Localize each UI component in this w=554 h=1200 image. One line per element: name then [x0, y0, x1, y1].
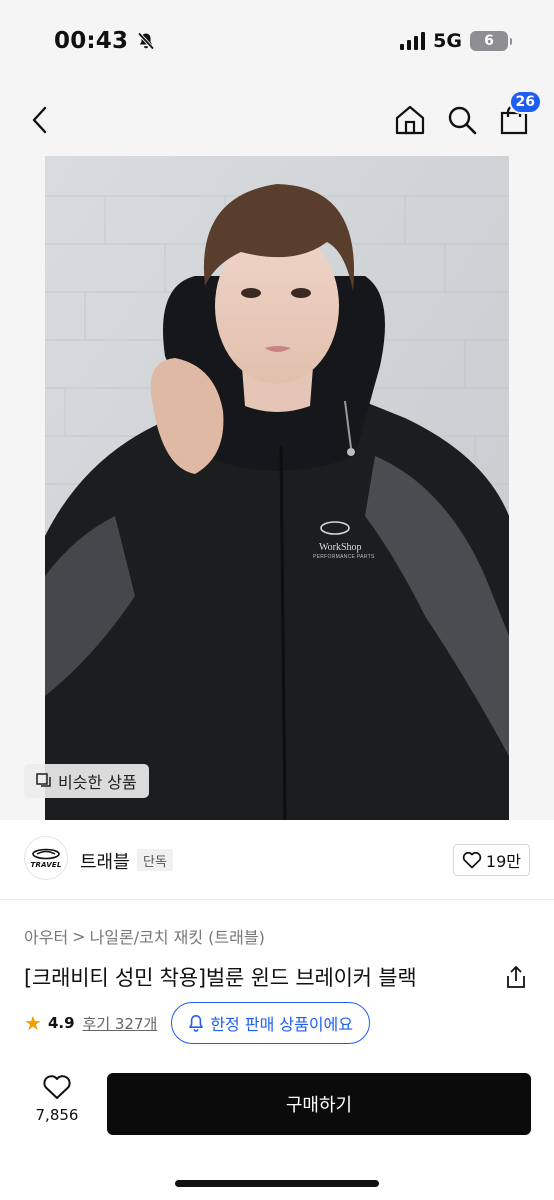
- signal-icon: [400, 32, 426, 50]
- review-link[interactable]: 후기 327개: [83, 1013, 158, 1034]
- status-bar: 00:43 5G 6: [0, 0, 554, 86]
- product-title: [크래비티 성민 착용]벌룬 윈드 브레이커 블랙: [24, 966, 417, 990]
- limited-sale-pill[interactable]: 한정 판매 상품이에요: [171, 1002, 370, 1044]
- battery-icon: 6: [470, 31, 512, 51]
- brand-row[interactable]: TRAVEL 트래블 단독 19만: [0, 820, 554, 900]
- model-photo-illustration: [45, 156, 509, 820]
- home-button[interactable]: [390, 100, 430, 140]
- breadcrumb-item[interactable]: 아우터: [24, 924, 68, 948]
- bell-icon: [189, 1015, 204, 1032]
- back-button[interactable]: [22, 100, 58, 140]
- search-icon: [448, 106, 477, 135]
- heart-icon: [462, 851, 482, 869]
- back-icon: [32, 106, 47, 134]
- limited-sale-label: 한정 판매 상품이에요: [210, 1015, 353, 1034]
- brand-logo-text: TRAVEL: [30, 860, 62, 869]
- jacket-logo-text: WorkShop: [319, 542, 362, 553]
- similar-products-label: 비슷한 상품: [58, 773, 137, 792]
- share-icon: [507, 966, 525, 988]
- wish-count: 7,856: [35, 1106, 79, 1124]
- rating-row: ★ 4.9 후기 327개 한정 판매 상품이에요: [24, 1002, 370, 1044]
- home-indicator[interactable]: [175, 1180, 379, 1187]
- similar-products-button[interactable]: 비슷한 상품: [24, 764, 149, 798]
- buy-button[interactable]: 구매하기: [107, 1073, 531, 1135]
- rating-value: 4.9: [47, 1014, 75, 1032]
- bell-slash-icon: [137, 32, 155, 50]
- home-icon: [395, 105, 425, 135]
- wish-button[interactable]: 7,856: [32, 1074, 82, 1134]
- product-image-area[interactable]: WorkShop PERFORMANCE PARTS 비슷한 상품: [0, 156, 554, 820]
- brand-like-count: 19만: [485, 852, 521, 871]
- breadcrumb: 아우터 > 나일론/코치 재킷 (트래블): [24, 924, 265, 948]
- top-nav: 26: [0, 86, 554, 156]
- heart-icon: [43, 1075, 71, 1099]
- status-time: 00:43: [54, 28, 129, 54]
- star-icon: ★: [24, 1011, 42, 1035]
- jacket-logo-subtext: PERFORMANCE PARTS: [313, 554, 375, 560]
- battery-level: 6: [484, 33, 494, 49]
- brand-name[interactable]: 트래블: [80, 848, 130, 874]
- breadcrumb-separator: >: [72, 926, 86, 946]
- breadcrumb-item[interactable]: 나일론/코치 재킷 (트래블): [90, 924, 265, 948]
- network-label: 5G: [433, 30, 462, 52]
- product-photo[interactable]: WorkShop PERFORMANCE PARTS: [45, 156, 509, 820]
- brand-logo[interactable]: TRAVEL: [24, 836, 68, 880]
- brand-like-button[interactable]: 19만: [452, 844, 530, 876]
- cart-count-badge: 26: [508, 90, 542, 114]
- brand-logo-mark: [32, 848, 60, 859]
- status-time-group: 00:43: [54, 28, 156, 54]
- status-indicators: 5G 6: [400, 30, 512, 52]
- share-button[interactable]: [504, 964, 528, 990]
- exclusive-badge: 단독: [137, 849, 173, 871]
- similar-icon: [36, 773, 51, 787]
- cart-button[interactable]: 26: [494, 90, 542, 140]
- search-button[interactable]: [442, 100, 482, 140]
